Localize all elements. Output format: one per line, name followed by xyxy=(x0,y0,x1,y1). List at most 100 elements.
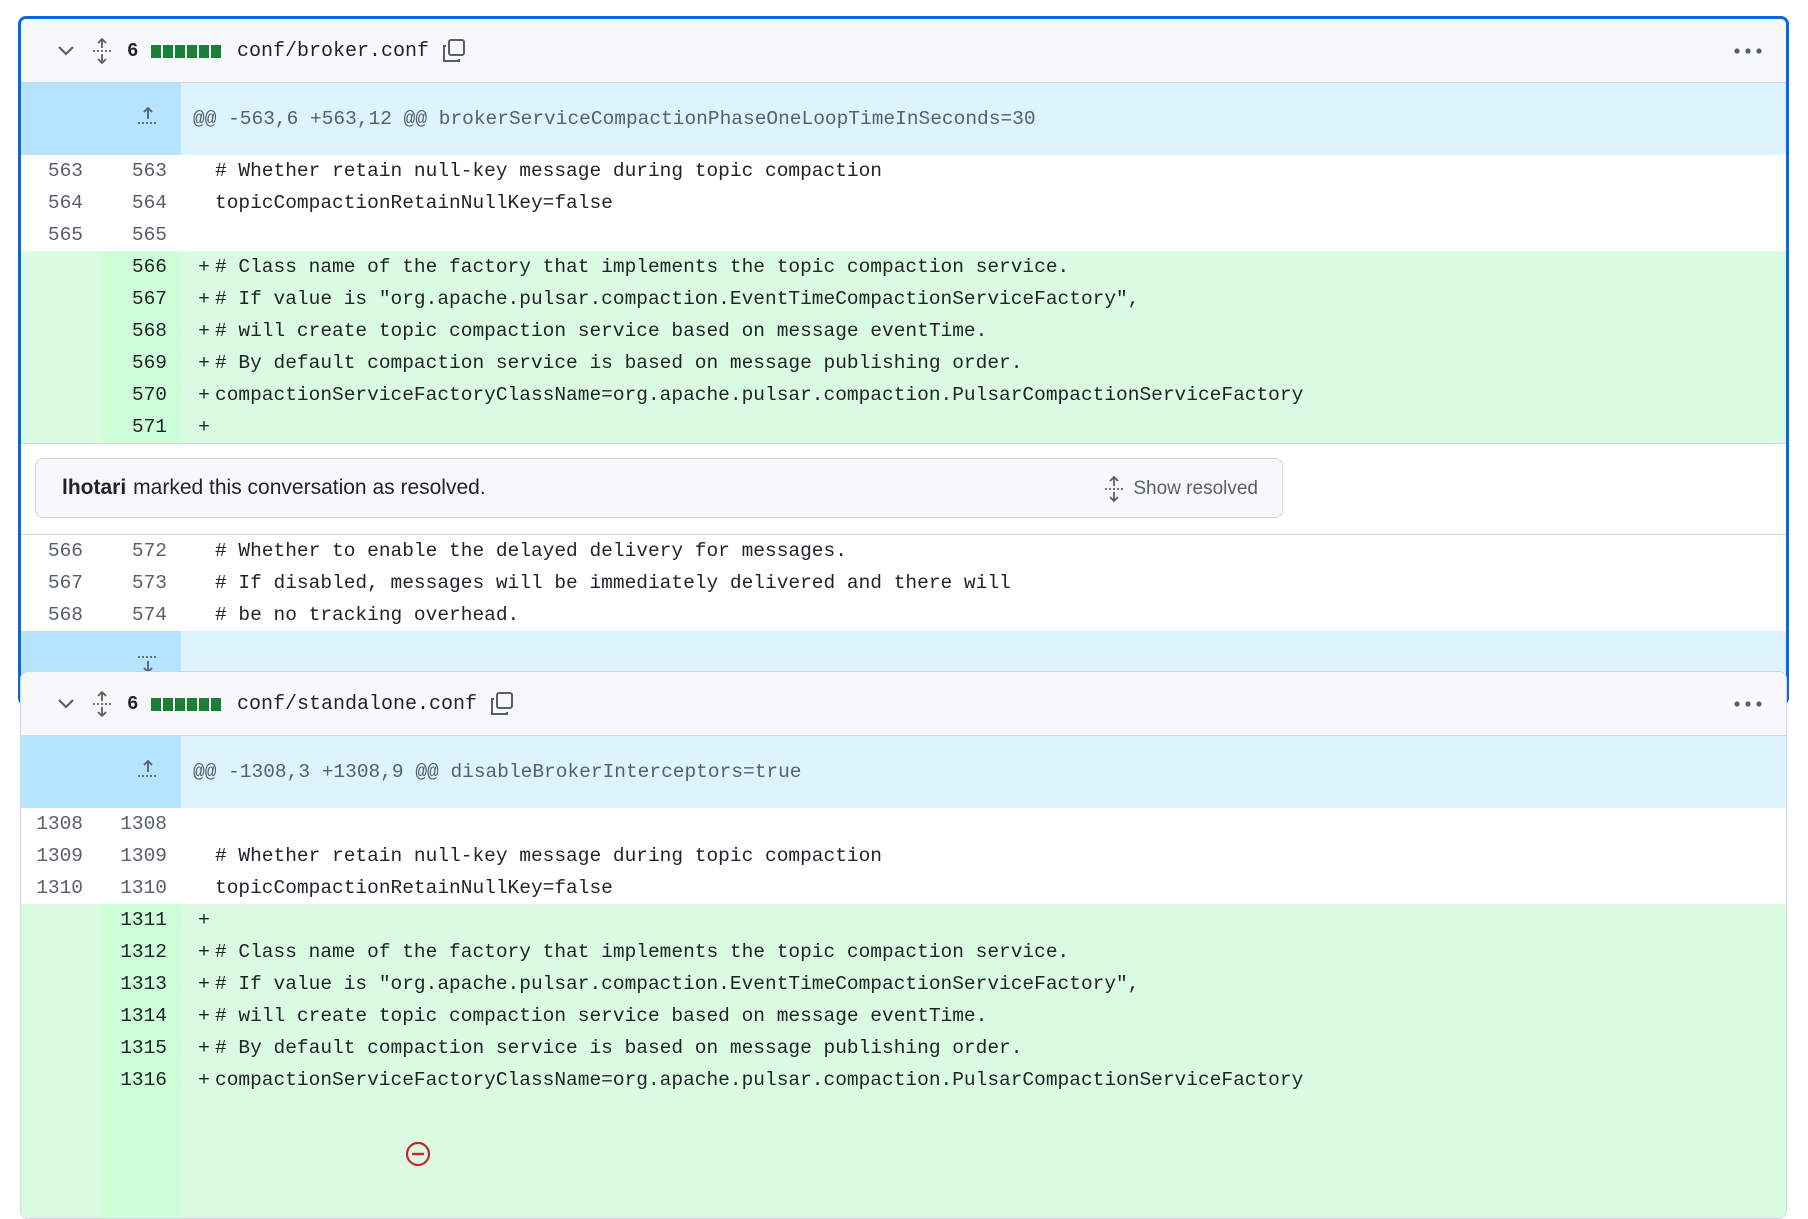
context-line: 568 574 # be no tracking overhead. xyxy=(21,599,1786,631)
unfold-icon xyxy=(1105,475,1124,503)
kebab-menu-icon[interactable] xyxy=(1734,672,1762,736)
new-line-number[interactable]: 574 xyxy=(101,599,181,631)
resolved-user[interactable]: lhotari xyxy=(62,476,126,500)
new-line-number[interactable]: 567 xyxy=(101,283,181,315)
added-line: 1316 + compactionServiceFactoryClassName=o… xyxy=(21,1064,1786,1096)
code-text: # Whether retain null-key message during… xyxy=(215,160,883,182)
new-line-number[interactable]: 573 xyxy=(101,567,181,599)
file-name[interactable]: conf/broker.conf xyxy=(237,19,429,83)
new-line-number[interactable]: 564 xyxy=(101,187,181,219)
diffstat-bar xyxy=(151,19,221,83)
code-cell: + # By default compaction service is base… xyxy=(181,1032,1786,1064)
diff-sign: + xyxy=(198,909,210,931)
copy-icon[interactable] xyxy=(441,19,467,83)
code-text: topicCompactionRetainNullKey=false xyxy=(215,877,613,899)
old-line-number[interactable] xyxy=(21,1032,101,1064)
new-line-number[interactable]: 572 xyxy=(101,535,181,567)
added-line: 567 + # If value is "org.apache.pulsar.com… xyxy=(21,283,1786,315)
new-line-number[interactable]: 569 xyxy=(101,347,181,379)
code-cell: + # Class name of the factory that implem… xyxy=(181,936,1786,968)
old-line-number[interactable] xyxy=(21,936,101,968)
context-line: 564 564 topicCompactionRetainNullKey=false xyxy=(21,187,1786,219)
hunk-header: @@ -1308,3 +1308,9 @@ disableBrokerInter… xyxy=(181,736,1786,808)
old-line-number[interactable]: 1309 xyxy=(21,840,101,872)
code-cell: + compactionServiceFactoryClassName=org.a… xyxy=(181,379,1786,411)
chevron-down-icon[interactable] xyxy=(53,672,79,736)
new-line-number[interactable]: 563 xyxy=(101,155,181,187)
new-line-number[interactable]: 1314 xyxy=(101,1000,181,1032)
old-line-number[interactable] xyxy=(21,904,101,936)
old-line-number[interactable] xyxy=(21,315,101,347)
added-line: 568 + # will create topic compaction servi… xyxy=(21,315,1786,347)
code-cell: + # will create topic compaction service … xyxy=(181,315,1786,347)
old-line-number[interactable] xyxy=(21,968,101,1000)
show-resolved-button[interactable]: Show resolved xyxy=(1103,459,1258,519)
file-name[interactable]: conf/standalone.conf xyxy=(237,672,477,736)
old-line-number[interactable]: 568 xyxy=(21,599,101,631)
context-line: 1310 1310 topicCompactionRetainNullKey=fal… xyxy=(21,872,1786,904)
old-line-number[interactable]: 563 xyxy=(21,155,101,187)
kebab-menu-icon[interactable] xyxy=(1734,19,1762,83)
code-cell: # be no tracking overhead. xyxy=(181,599,1786,631)
old-line-number[interactable]: 565 xyxy=(21,219,101,251)
new-line-number[interactable]: 1312 xyxy=(101,936,181,968)
diff-sign: + xyxy=(198,973,210,995)
expand-all-icon[interactable] xyxy=(91,672,113,736)
old-line-number[interactable] xyxy=(21,1064,101,1096)
expand-up-icon[interactable] xyxy=(21,83,181,155)
new-line-number[interactable]: 1310 xyxy=(101,872,181,904)
code-cell: + # will create topic compaction service … xyxy=(181,1000,1786,1032)
new-line-number[interactable]: 566 xyxy=(101,251,181,283)
chevron-down-icon[interactable] xyxy=(53,19,79,83)
new-line-number[interactable]: 1316 xyxy=(101,1064,181,1096)
context-line: 567 573 # If disabled, messages will be im… xyxy=(21,567,1786,599)
new-line-number[interactable]: 568 xyxy=(101,315,181,347)
change-count: 6 xyxy=(127,40,139,62)
old-line-number[interactable]: 1310 xyxy=(21,872,101,904)
old-line-number[interactable]: 1308 xyxy=(21,808,101,840)
old-line-number[interactable] xyxy=(21,251,101,283)
code-text: # be no tracking overhead. xyxy=(215,604,520,626)
code-text: # By default compaction service is based… xyxy=(215,352,1023,374)
code-text: # will create topic compaction service b… xyxy=(215,1005,988,1027)
expand-up-icon[interactable] xyxy=(21,736,181,808)
new-line-number[interactable]: 1315 xyxy=(101,1032,181,1064)
diff-sign: + xyxy=(198,352,210,374)
new-line-number[interactable]: 565 xyxy=(101,219,181,251)
new-line-number[interactable]: 1309 xyxy=(101,840,181,872)
show-resolved-label: Show resolved xyxy=(1133,478,1258,499)
expand-all-icon[interactable] xyxy=(91,19,113,83)
added-line: 566 + # Class name of the factory that imp… xyxy=(21,251,1786,283)
code-text: compactionServiceFactoryClassName=org.ap… xyxy=(215,384,1304,406)
diff-sign: + xyxy=(198,1069,210,1091)
code-text: # Whether to enable the delayed delivery… xyxy=(215,540,847,562)
context-line: 565 565 xyxy=(21,219,1786,251)
new-line-number[interactable]: 1311 xyxy=(101,904,181,936)
new-line-number[interactable]: 570 xyxy=(101,379,181,411)
code-text: # Whether retain null-key message during… xyxy=(215,845,883,867)
new-line-number[interactable]: 1308 xyxy=(101,808,181,840)
hunk-header: @@ -563,6 +563,12 @@ brokerServiceCompac… xyxy=(181,83,1786,155)
old-line-number[interactable] xyxy=(21,411,101,443)
old-line-number[interactable] xyxy=(21,347,101,379)
diff-sign: + xyxy=(198,941,210,963)
added-line: 1314 + # will create topic compaction serv… xyxy=(21,1000,1786,1032)
added-line: 1312 + # Class name of the factory that im… xyxy=(21,936,1786,968)
code-cell xyxy=(181,219,1786,251)
diff-file-standalone-conf: 6 conf/standalone.conf @@ -1308,3 +1308,… xyxy=(20,671,1787,1219)
file-header: 6 conf/standalone.conf xyxy=(21,672,1786,736)
old-line-number[interactable] xyxy=(21,1000,101,1032)
old-line-number[interactable]: 564 xyxy=(21,187,101,219)
old-line-number[interactable] xyxy=(21,379,101,411)
context-line: 563 563 # Whether retain null-key message … xyxy=(21,155,1786,187)
old-line-number[interactable]: 567 xyxy=(21,567,101,599)
added-line: 1313 + # If value is "org.apache.pulsar.co… xyxy=(21,968,1786,1000)
added-line: 1311 + xyxy=(21,904,1786,936)
new-line-number[interactable]: 571 xyxy=(101,411,181,443)
blocked-icon xyxy=(287,1118,432,1196)
code-cell: + xyxy=(181,904,1786,936)
old-line-number[interactable] xyxy=(21,283,101,315)
new-line-number[interactable]: 1313 xyxy=(101,968,181,1000)
copy-icon[interactable] xyxy=(489,672,515,736)
old-line-number[interactable]: 566 xyxy=(21,535,101,567)
